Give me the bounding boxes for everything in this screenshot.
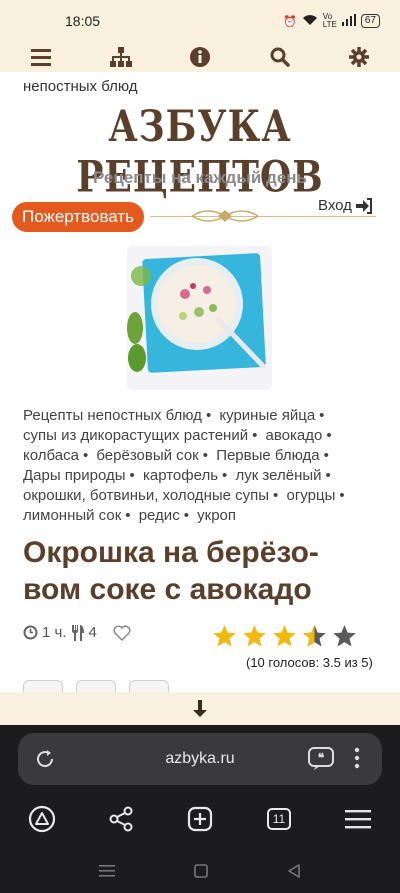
home-icon[interactable] — [194, 863, 208, 878]
menu-button[interactable] — [30, 46, 52, 68]
recipe-title-line-1: Окрошка на берёзо- — [23, 536, 319, 569]
alarm-icon: ⏰ — [283, 15, 297, 28]
tag-item[interactable]: огурцы — [286, 487, 335, 504]
browser-menu-button[interactable] — [342, 803, 374, 835]
home-badge-icon[interactable] — [129, 680, 169, 692]
page-content: непостных блюд АЗБУКА РЕЦЕПТОВ Рецепты н… — [0, 72, 400, 692]
login-label: Вход — [318, 197, 352, 214]
address-bar[interactable]: azbyka.ru ❝ — [18, 733, 382, 785]
screen: 18:05 ⏰ Vo LTE 67 непостных блюд АЗБУКА … — [0, 0, 400, 893]
status-bar: 18:05 ⏰ Vo LTE 67 — [0, 0, 400, 42]
info-icon — [190, 47, 210, 67]
battery-icon: 67 — [360, 14, 380, 28]
star-icon[interactable] — [212, 624, 237, 648]
hamburger-icon — [345, 810, 371, 829]
scroll-down-button[interactable] — [0, 692, 400, 725]
login-link[interactable]: Вход — [318, 197, 373, 214]
site-navbar — [0, 42, 400, 72]
tag-item[interactable]: колбаса — [23, 447, 79, 464]
arrow-down-icon — [193, 699, 207, 717]
ornament-icon — [191, 210, 259, 222]
share-button[interactable] — [105, 803, 137, 835]
half-star-icon[interactable] — [302, 624, 327, 648]
plus-square-icon — [187, 806, 213, 832]
tag-item[interactable]: окрошки, ботвиньи, холодные супы — [23, 487, 269, 504]
donate-button[interactable]: Пожертвовать — [12, 202, 145, 232]
tab-count: 11 — [267, 808, 291, 830]
share-icon — [109, 806, 133, 832]
gear-icon — [349, 47, 369, 67]
signal-icon — [341, 13, 356, 29]
tag-item[interactable]: укроп — [197, 507, 236, 524]
status-time: 18:05 — [65, 13, 101, 29]
hamburger-icon — [31, 49, 51, 66]
ornament-divider — [150, 216, 376, 217]
tag-item[interactable]: лимонный сок — [23, 507, 121, 524]
rating-votes: (10 голосов: 3.5 из 5) — [246, 655, 373, 670]
star-icon[interactable] — [272, 624, 297, 648]
recents-icon[interactable] — [99, 864, 116, 878]
back-icon[interactable] — [287, 863, 301, 878]
tag-item[interactable]: редис — [139, 507, 180, 524]
cutlery-icon — [71, 624, 84, 641]
browser-chrome: azbyka.ru ❝ 11 — [0, 725, 400, 848]
thermometer-badge-icon[interactable] — [23, 680, 63, 692]
system-nav-bar — [0, 848, 400, 893]
breadcrumb[interactable]: непостных блюд — [23, 78, 138, 95]
okroshka-image — [127, 246, 272, 390]
tag-item[interactable]: Первые блюда — [216, 447, 319, 464]
star-icon[interactable] — [242, 624, 267, 648]
clock-icon — [23, 625, 38, 640]
wifi-icon — [302, 14, 318, 29]
tag-item[interactable]: лук зелёный — [235, 467, 321, 484]
more-vert-icon[interactable] — [354, 747, 360, 769]
recipe-meta: 1 ч. 4 — [23, 624, 131, 641]
recipe-title-line-2: вом соке с авокадо — [23, 573, 312, 606]
search-icon — [270, 47, 290, 67]
servings-count: 4 — [88, 624, 97, 641]
leaf-badge-icon[interactable] — [76, 680, 116, 692]
alice-icon — [28, 805, 56, 833]
recipe-title: Окрошка на берёзо- вом соке с авокадо — [23, 534, 383, 608]
tag-item[interactable]: супы из дикорастущих растений — [23, 427, 248, 444]
star-empty-icon[interactable] — [332, 624, 357, 648]
tag-item[interactable]: куриные яйца — [219, 407, 315, 424]
assistant-button[interactable] — [26, 803, 58, 835]
recipe-badges — [23, 680, 169, 692]
heart-icon[interactable] — [113, 625, 131, 641]
site-tagline: Рецепты на каждый день — [92, 168, 308, 187]
svg-text:❝: ❝ — [318, 751, 325, 765]
tag-item[interactable]: Рецепты непостных блюд — [23, 407, 202, 424]
status-icons: ⏰ Vo LTE 67 — [283, 13, 380, 29]
sitemap-button[interactable] — [109, 46, 132, 68]
sign-in-icon — [355, 197, 372, 214]
tag-item[interactable]: Дары природы — [23, 467, 126, 484]
recipe-photo[interactable] — [127, 246, 272, 390]
volte-icon: Vo LTE — [322, 12, 337, 29]
settings-button[interactable] — [348, 46, 370, 68]
sitemap-icon — [109, 47, 132, 67]
rating-stars[interactable] — [212, 624, 357, 648]
tag-list: Рецепты непостных блюд • куриные яйца • су… — [23, 407, 345, 524]
search-button[interactable] — [269, 46, 291, 68]
reader-mode-icon[interactable]: ❝ — [308, 747, 334, 771]
tag-item[interactable]: авокадо — [266, 427, 323, 444]
info-button[interactable] — [189, 46, 211, 68]
tabs-button[interactable]: 11 — [263, 803, 295, 835]
cook-time: 1 ч. — [42, 624, 67, 641]
tag-item[interactable]: картофель — [143, 467, 218, 484]
new-tab-button[interactable] — [184, 803, 216, 835]
browser-toolbar: 11 — [0, 801, 400, 837]
tag-item[interactable]: берёзовый сок — [96, 447, 198, 464]
